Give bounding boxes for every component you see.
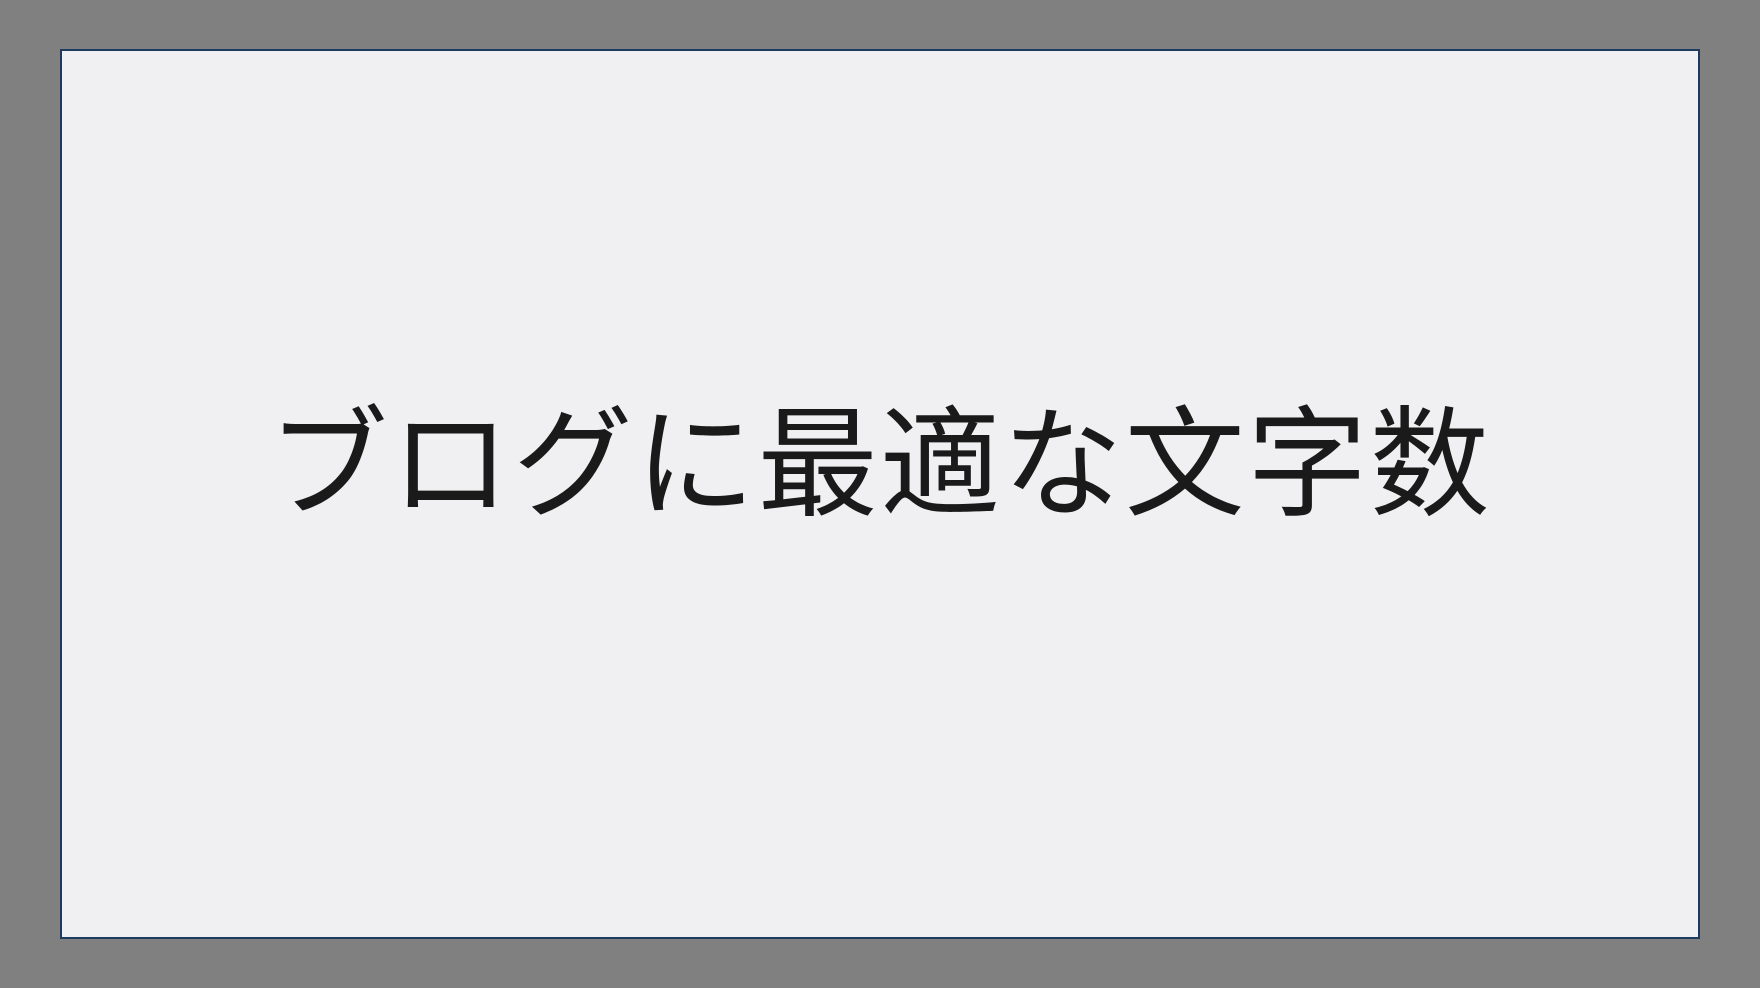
- slide-title: ブログに最適な文字数: [268, 367, 1492, 541]
- slide-container: ブログに最適な文字数: [60, 49, 1700, 939]
